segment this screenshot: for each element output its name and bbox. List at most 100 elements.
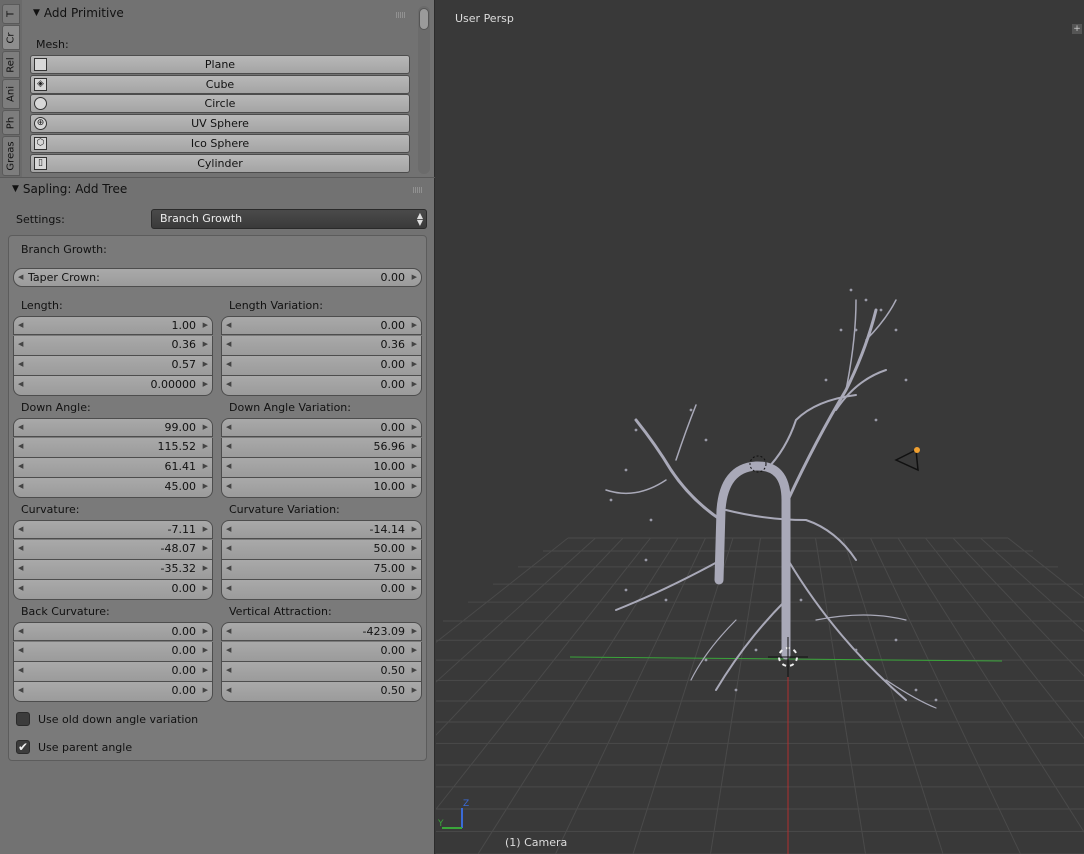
group-1-right-field-0[interactable]: ◀ 0.00 ▶ [221,418,422,437]
use-old-down-angle-checkbox[interactable] [16,712,30,726]
increment-arrow-icon[interactable]: ▶ [412,521,417,538]
group-2-left-field-1[interactable]: ◀ -48.07 ▶ [13,540,213,560]
increment-arrow-icon[interactable]: ▶ [412,623,417,640]
increment-arrow-icon[interactable]: ▶ [412,458,417,475]
increment-arrow-icon[interactable]: ▶ [203,376,208,393]
group-2-left-field-2[interactable]: ◀ -35.32 ▶ [13,560,213,580]
decrement-arrow-icon[interactable]: ◀ [226,682,231,699]
group-1-right-field-3[interactable]: ◀ 10.00 ▶ [221,478,422,498]
group-3-right-field-1[interactable]: ◀ 0.00 ▶ [221,642,422,662]
increment-arrow-icon[interactable]: ▶ [412,419,417,436]
add-cube-button[interactable]: ◈ Cube [30,75,410,94]
taper-crown-field[interactable]: ◀ Taper Crown: 0.00 ▶ [13,268,422,287]
increment-arrow-icon[interactable]: ▶ [203,580,208,597]
add-uv-sphere-button[interactable]: ⊕ UV Sphere [30,114,410,133]
panel-grip-icon[interactable] [413,187,423,193]
group-2-left-field-0[interactable]: ◀ -7.11 ▶ [13,520,213,539]
increment-arrow-icon[interactable]: ▶ [412,269,417,286]
group-0-left-field-2[interactable]: ◀ 0.57 ▶ [13,356,213,376]
group-1-left-field-0[interactable]: ◀ 99.00 ▶ [13,418,213,437]
group-0-right-field-0[interactable]: ◀ 0.00 ▶ [221,316,422,335]
decrement-arrow-icon[interactable]: ◀ [226,478,231,495]
decrement-arrow-icon[interactable]: ◀ [226,419,231,436]
tab-animation[interactable]: Ani [2,79,20,109]
decrement-arrow-icon[interactable]: ◀ [18,356,23,373]
increment-arrow-icon[interactable]: ▶ [203,478,208,495]
decrement-arrow-icon[interactable]: ◀ [226,336,231,353]
settings-dropdown[interactable]: Branch Growth ▲ ▼ [151,209,427,229]
increment-arrow-icon[interactable]: ▶ [203,438,208,455]
decrement-arrow-icon[interactable]: ◀ [18,540,23,557]
decrement-arrow-icon[interactable]: ◀ [18,336,23,353]
use-parent-angle-checkbox[interactable]: ✔ [16,740,30,754]
group-1-left-field-1[interactable]: ◀ 115.52 ▶ [13,438,213,458]
increment-arrow-icon[interactable]: ▶ [412,376,417,393]
decrement-arrow-icon[interactable]: ◀ [18,580,23,597]
tab-tools[interactable]: T [2,4,20,24]
group-2-right-field-0[interactable]: ◀ -14.14 ▶ [221,520,422,539]
tab-relations[interactable]: Rel [2,51,20,78]
group-1-right-field-2[interactable]: ◀ 10.00 ▶ [221,458,422,478]
decrement-arrow-icon[interactable]: ◀ [18,376,23,393]
add-circle-button[interactable]: Circle [30,94,410,113]
increment-arrow-icon[interactable]: ▶ [412,560,417,577]
decrement-arrow-icon[interactable]: ◀ [18,521,23,538]
increment-arrow-icon[interactable]: ▶ [412,642,417,659]
group-3-left-field-3[interactable]: ◀ 0.00 ▶ [13,682,213,702]
decrement-arrow-icon[interactable]: ◀ [226,458,231,475]
decrement-arrow-icon[interactable]: ◀ [226,623,231,640]
group-0-left-field-1[interactable]: ◀ 0.36 ▶ [13,336,213,356]
increment-arrow-icon[interactable]: ▶ [203,521,208,538]
decrement-arrow-icon[interactable]: ◀ [18,438,23,455]
decrement-arrow-icon[interactable]: ◀ [226,560,231,577]
group-2-left-field-3[interactable]: ◀ 0.00 ▶ [13,580,213,600]
increment-arrow-icon[interactable]: ▶ [412,682,417,699]
decrement-arrow-icon[interactable]: ◀ [226,317,231,334]
scrollbar-track[interactable] [418,6,430,174]
decrement-arrow-icon[interactable]: ◀ [226,438,231,455]
group-2-right-field-2[interactable]: ◀ 75.00 ▶ [221,560,422,580]
increment-arrow-icon[interactable]: ▶ [203,642,208,659]
viewport-canvas[interactable]: ZY [436,0,1084,854]
tab-create[interactable]: Cr [2,25,20,50]
increment-arrow-icon[interactable]: ▶ [203,540,208,557]
increment-arrow-icon[interactable]: ▶ [203,419,208,436]
panel-grip-icon[interactable] [396,12,406,18]
increment-arrow-icon[interactable]: ▶ [412,356,417,373]
group-3-left-field-0[interactable]: ◀ 0.00 ▶ [13,622,213,641]
decrement-arrow-icon[interactable]: ◀ [18,458,23,475]
decrement-arrow-icon[interactable]: ◀ [18,269,23,286]
increment-arrow-icon[interactable]: ▶ [412,336,417,353]
increment-arrow-icon[interactable]: ▶ [412,317,417,334]
3d-viewport[interactable]: ZY User Persp (1) Camera + [436,0,1084,854]
add-plane-button[interactable]: Plane [30,55,410,74]
group-1-left-field-2[interactable]: ◀ 61.41 ▶ [13,458,213,478]
decrement-arrow-icon[interactable]: ◀ [18,560,23,577]
decrement-arrow-icon[interactable]: ◀ [226,642,231,659]
group-0-right-field-3[interactable]: ◀ 0.00 ▶ [221,376,422,396]
decrement-arrow-icon[interactable]: ◀ [18,419,23,436]
decrement-arrow-icon[interactable]: ◀ [226,580,231,597]
decrement-arrow-icon[interactable]: ◀ [226,356,231,373]
group-3-left-field-1[interactable]: ◀ 0.00 ▶ [13,642,213,662]
group-3-left-field-2[interactable]: ◀ 0.00 ▶ [13,662,213,682]
decrement-arrow-icon[interactable]: ◀ [226,662,231,679]
expand-plus-icon[interactable]: + [1072,24,1082,34]
increment-arrow-icon[interactable]: ▶ [412,540,417,557]
decrement-arrow-icon[interactable]: ◀ [18,317,23,334]
increment-arrow-icon[interactable]: ▶ [203,623,208,640]
increment-arrow-icon[interactable]: ▶ [203,560,208,577]
group-1-right-field-1[interactable]: ◀ 56.96 ▶ [221,438,422,458]
decrement-arrow-icon[interactable]: ◀ [226,376,231,393]
group-0-left-field-0[interactable]: ◀ 1.00 ▶ [13,316,213,335]
group-3-right-field-3[interactable]: ◀ 0.50 ▶ [221,682,422,702]
group-2-right-field-3[interactable]: ◀ 0.00 ▶ [221,580,422,600]
increment-arrow-icon[interactable]: ▶ [203,662,208,679]
decrement-arrow-icon[interactable]: ◀ [18,642,23,659]
increment-arrow-icon[interactable]: ▶ [203,356,208,373]
increment-arrow-icon[interactable]: ▶ [203,336,208,353]
tab-physics[interactable]: Ph [2,110,20,135]
group-3-right-field-2[interactable]: ◀ 0.50 ▶ [221,662,422,682]
add-primitive-header[interactable]: ▼ Add Primitive [33,3,124,23]
increment-arrow-icon[interactable]: ▶ [203,317,208,334]
